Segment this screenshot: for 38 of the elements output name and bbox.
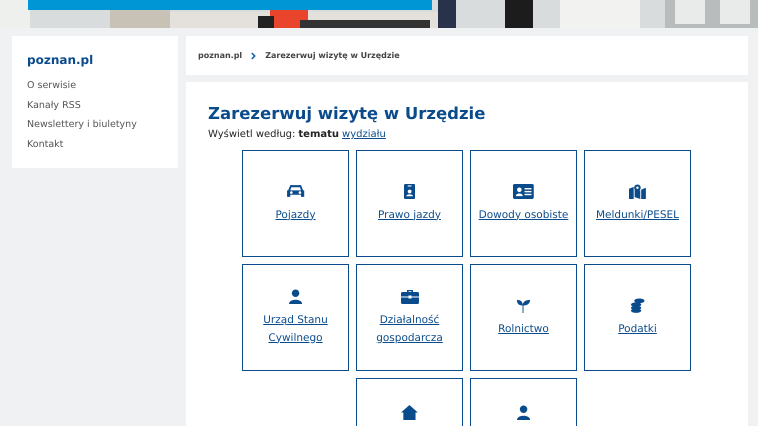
tile-label: Urząd Stanu Cywilnego xyxy=(262,312,329,346)
sidebar-link[interactable]: O serwisie xyxy=(27,76,76,96)
sidebar-link[interactable]: Newslettery i biuletyny xyxy=(27,115,137,134)
car-icon xyxy=(286,184,306,198)
user-icon xyxy=(516,405,530,420)
chevron-icon xyxy=(251,52,256,60)
tile-label: Rolnictwo xyxy=(497,322,550,336)
category-tile[interactable]: Urząd Stanu Cywilnego xyxy=(242,264,349,371)
briefcase-icon xyxy=(400,288,418,304)
sidebar-title[interactable]: poznan.pl xyxy=(27,53,94,67)
filter-link[interactable]: wydziału xyxy=(342,129,386,140)
badge-icon xyxy=(404,184,416,198)
tile-label: Meldunki/PESEL xyxy=(594,208,680,222)
tile-label: Prawo jazdy xyxy=(377,208,442,222)
category-tile[interactable]: Pojazdy xyxy=(242,150,349,257)
tile-label: Działalność gospodarcza xyxy=(375,312,444,346)
sidebar-link[interactable]: Kanały RSS xyxy=(27,96,81,115)
user-icon xyxy=(288,288,302,304)
tile-label: Dowody osobiste xyxy=(478,208,570,222)
tile-label: Podatki xyxy=(617,322,658,336)
breadcrumb-link[interactable]: poznan.pl xyxy=(198,51,242,60)
seedling-icon xyxy=(516,298,531,312)
category-tile[interactable]: Dowody osobiste xyxy=(470,150,577,257)
id-card-icon xyxy=(513,184,534,198)
filter-label: Wyświetl według: xyxy=(208,129,296,140)
category-tile[interactable]: Rolnictwo xyxy=(470,264,577,371)
category-tile[interactable]: Meldunki/PESEL xyxy=(584,150,691,257)
map-marker-icon xyxy=(629,184,646,198)
category-tile[interactable]: Podatki xyxy=(584,264,691,371)
page-heading: Zarezerwuj wizytę w Urzędzie xyxy=(208,104,486,123)
category-tile[interactable]: Działalność gospodarcza xyxy=(356,264,463,371)
coins-icon xyxy=(630,298,645,312)
house-icon xyxy=(401,405,418,420)
category-tile[interactable]: Prawo jazdy xyxy=(356,150,463,257)
filter-current: tematu xyxy=(298,129,340,140)
sidebar-link[interactable]: Kontakt xyxy=(27,134,64,154)
breadcrumb-link[interactable]: Zarezerwuj wizytę w Urzędzie xyxy=(265,51,400,60)
tile-label: Pojazdy xyxy=(274,208,317,222)
